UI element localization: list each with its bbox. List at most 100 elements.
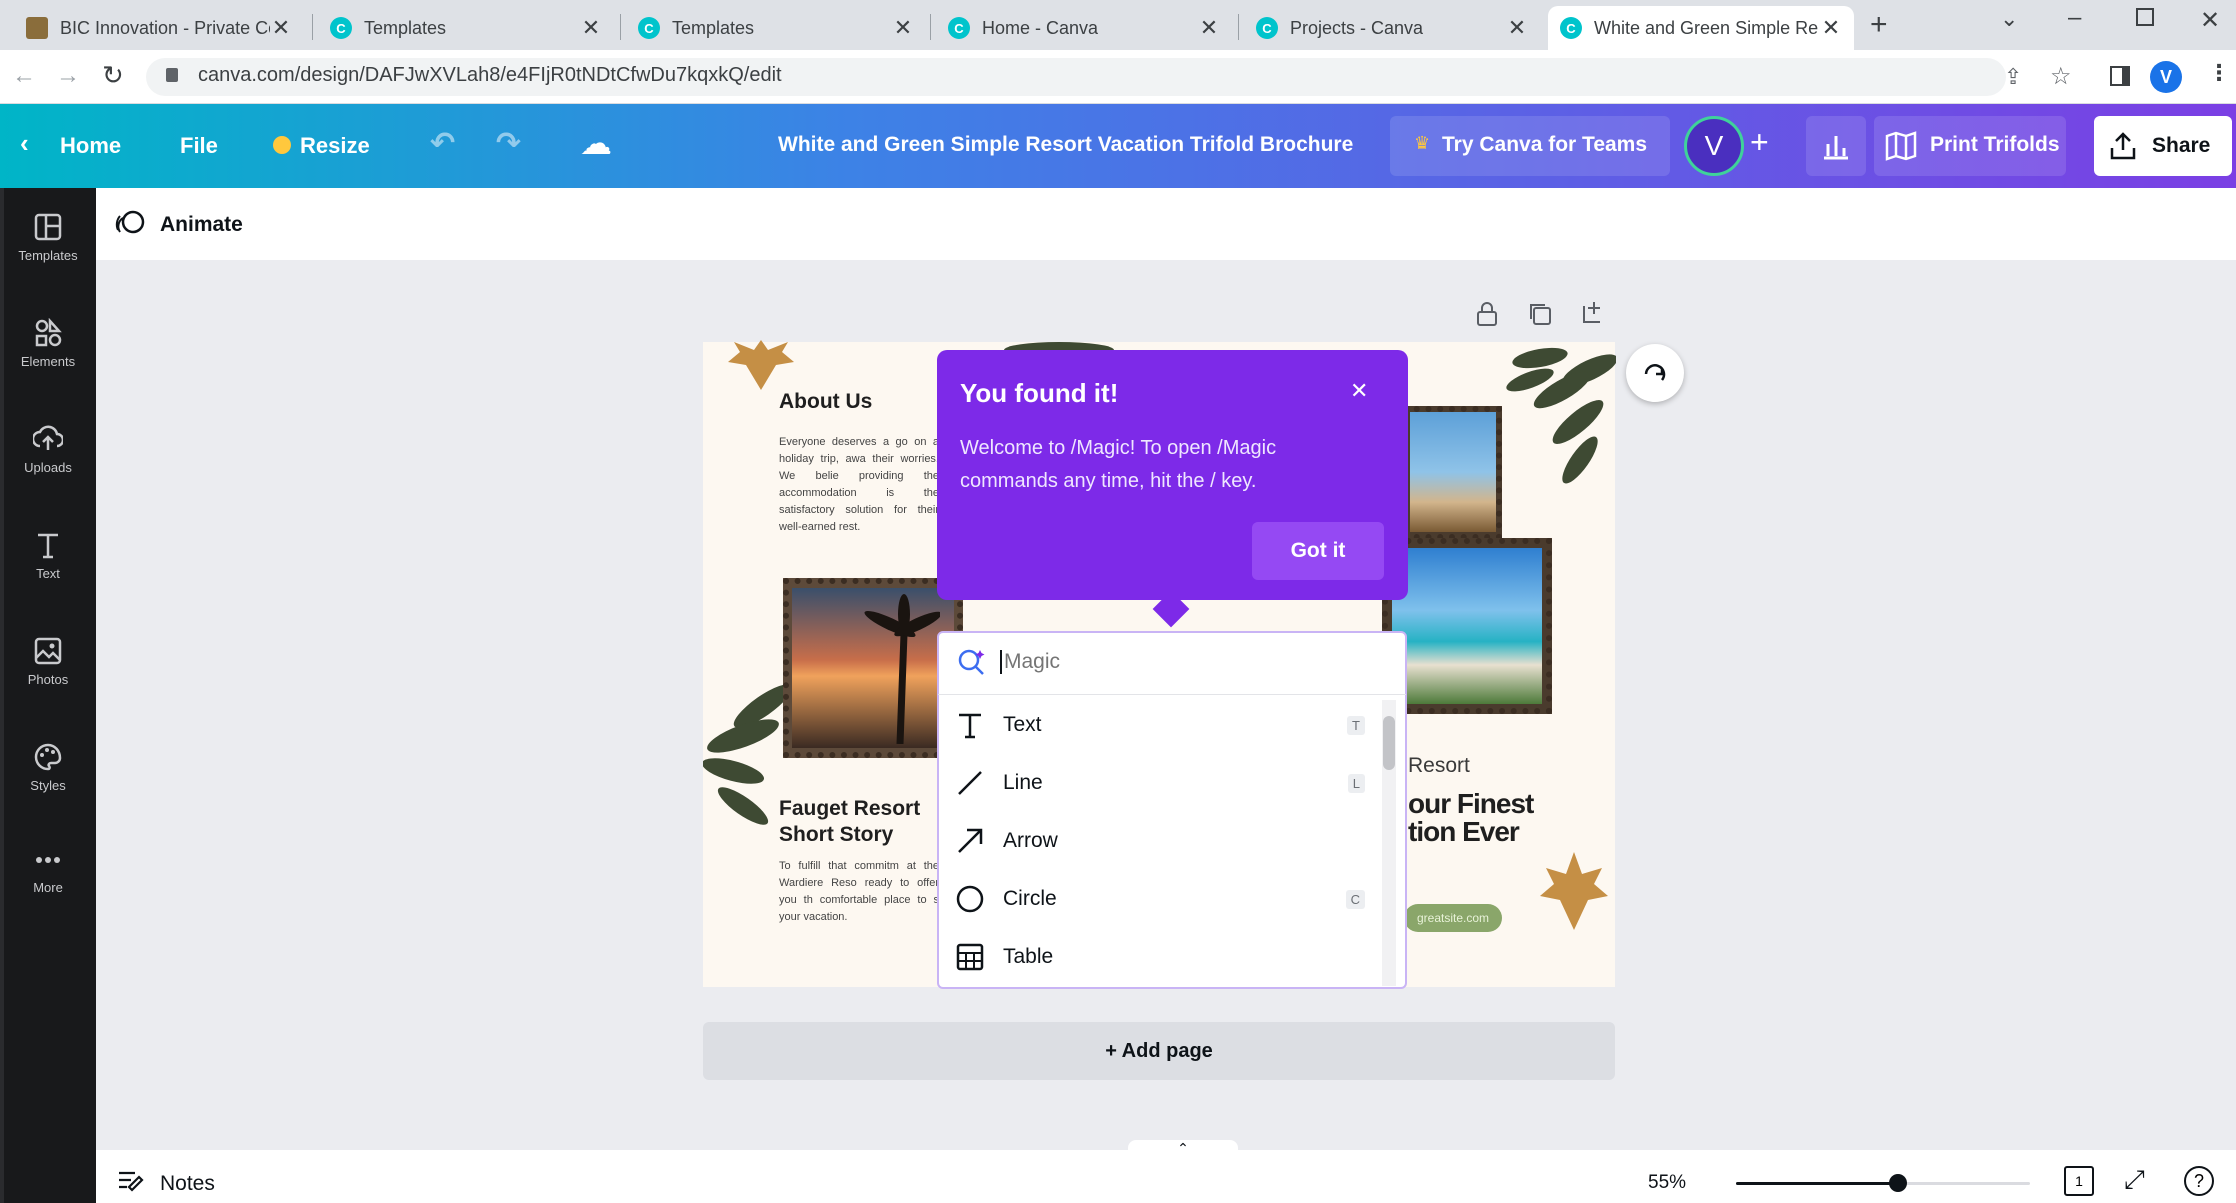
animate-icon[interactable] xyxy=(114,208,148,240)
zoom-slider-thumb[interactable] xyxy=(1889,1174,1907,1192)
shortcut-key: L xyxy=(1347,773,1365,793)
text-icon xyxy=(959,713,981,739)
finest-heading[interactable]: our Finest tion Ever xyxy=(1408,790,1568,846)
close-icon[interactable]: ✕ xyxy=(1820,15,1842,41)
insights-button[interactable] xyxy=(1806,116,1866,176)
fullscreen-icon[interactable]: ⤢ xyxy=(2124,1164,2145,1196)
bookmark-star-icon[interactable]: ☆ xyxy=(2050,62,2072,91)
document-title[interactable]: White and Green Simple Resort Vacation T… xyxy=(778,133,1353,157)
browser-tab[interactable]: BIC Innovation - Private Co ✕ xyxy=(14,6,304,50)
notes-button[interactable]: Notes xyxy=(160,1172,215,1196)
restore-icon[interactable] xyxy=(2136,8,2154,26)
table-icon xyxy=(956,943,984,971)
website-pill[interactable]: greatsite.com xyxy=(1404,904,1502,932)
browser-tab[interactable]: C Home - Canva ✕ xyxy=(936,6,1232,50)
context-toolbar xyxy=(96,188,2236,260)
scrollbar-thumb[interactable] xyxy=(1383,716,1395,770)
file-menu-button[interactable]: File xyxy=(180,133,218,159)
magic-item-text[interactable]: Text T xyxy=(955,700,1365,750)
close-icon[interactable]: ✕ xyxy=(270,15,292,41)
close-icon[interactable]: ✕ xyxy=(892,15,914,41)
close-icon[interactable]: ✕ xyxy=(580,15,602,41)
about-heading[interactable]: About Us xyxy=(779,390,872,414)
close-icon[interactable]: ✕ xyxy=(1506,15,1528,41)
magic-item-line[interactable]: Line L xyxy=(955,758,1365,808)
browser-tab-active[interactable]: C White and Green Simple Re ✕ xyxy=(1548,6,1854,50)
tab-title: Home - Canva xyxy=(982,17,1099,38)
crown-icon: ♛ xyxy=(1414,133,1431,153)
reload-icon[interactable]: ↻ xyxy=(102,60,124,91)
profile-avatar[interactable]: V xyxy=(2150,61,2182,93)
user-avatar[interactable]: V xyxy=(1684,116,1744,176)
lock-icon[interactable] xyxy=(1474,300,1500,328)
story-paragraph[interactable]: To fulfill that commitm at the Wardiere … xyxy=(779,858,939,926)
resize-button[interactable]: Resize xyxy=(300,133,370,159)
window-close-icon[interactable]: ✕ xyxy=(2200,6,2220,35)
rail-label: Elements xyxy=(20,354,76,369)
popup-title: You found it! xyxy=(960,378,1119,408)
print-trifolds-label: Print Trifolds xyxy=(1930,133,2060,156)
rotate-handle[interactable] xyxy=(1626,344,1684,402)
home-button[interactable]: Home xyxy=(60,133,121,159)
tab-search-icon[interactable]: ⌄ xyxy=(2000,6,2018,32)
palm-tree-silhouette xyxy=(864,594,940,744)
duplicate-page-icon[interactable] xyxy=(1526,300,1554,328)
lock-icon[interactable] xyxy=(166,68,178,82)
browser-tab[interactable]: C Templates ✕ xyxy=(626,6,926,50)
add-people-icon[interactable]: + xyxy=(1750,124,1769,161)
add-page-button[interactable]: + Add page xyxy=(703,1022,1615,1080)
rail-uploads[interactable]: Uploads xyxy=(0,424,96,475)
forward-icon[interactable]: → xyxy=(56,62,80,90)
story-heading[interactable]: Fauget Resort Short Story xyxy=(779,796,939,848)
browser-tab[interactable]: C Projects - Canva ✕ xyxy=(1244,6,1540,50)
tab-title: BIC Innovation - Private Co xyxy=(60,17,270,38)
side-panel-icon[interactable] xyxy=(2110,66,2130,86)
magic-item-circle[interactable]: Circle C xyxy=(955,874,1365,924)
about-paragraph[interactable]: Everyone deserves a go on a holiday trip… xyxy=(779,434,939,536)
rail-text[interactable]: Text xyxy=(0,530,96,581)
minimize-icon[interactable]: – xyxy=(2068,4,2081,32)
magic-item-table[interactable]: Table xyxy=(955,932,1365,982)
notes-icon[interactable] xyxy=(116,1168,146,1194)
shortcut-key: T xyxy=(1347,715,1365,735)
undo-icon[interactable]: ↶ xyxy=(430,126,455,161)
rail-templates[interactable]: Templates xyxy=(0,212,96,263)
zoom-level[interactable]: 55% xyxy=(1648,1172,1686,1194)
resort-label[interactable]: Resort xyxy=(1408,754,1470,778)
magic-item-arrow[interactable]: Arrow xyxy=(955,816,1365,866)
magic-search-input[interactable] xyxy=(1004,647,1384,677)
menu-item-label: Arrow xyxy=(1003,829,1058,852)
redo-icon[interactable]: ↷ xyxy=(496,126,521,161)
rail-photos[interactable]: Photos xyxy=(0,636,96,687)
help-icon[interactable]: ? xyxy=(2184,1166,2214,1196)
url-text[interactable]: canva.com/design/DAFJwXVLah8/e4FIjR0tNDt… xyxy=(198,64,782,87)
rail-more[interactable]: More xyxy=(0,850,96,895)
rail-styles[interactable]: Styles xyxy=(0,742,96,793)
close-icon[interactable]: ✕ xyxy=(1198,15,1220,41)
cloud-save-icon[interactable]: ☁ xyxy=(580,124,612,162)
close-icon[interactable]: ✕ xyxy=(1350,378,1368,404)
beach-photo[interactable] xyxy=(1392,548,1542,704)
chevron-left-icon[interactable]: ‹ xyxy=(20,128,29,159)
tab-title: Projects - Canva xyxy=(1290,17,1424,38)
rail-label: Text xyxy=(36,566,60,581)
text-icon xyxy=(38,533,58,559)
canva-icon: C xyxy=(1560,17,1582,39)
page-count-button[interactable]: 1 xyxy=(2064,1166,2094,1196)
crown-icon xyxy=(273,136,291,154)
share-page-icon[interactable]: ⇪ xyxy=(2004,64,2022,90)
canva-icon: C xyxy=(948,17,970,39)
tab-title: Templates xyxy=(364,17,447,38)
animate-button[interactable]: Animate xyxy=(160,213,243,237)
browser-menu-icon[interactable]: ⋮ xyxy=(2208,60,2230,86)
got-it-button[interactable]: Got it xyxy=(1252,522,1384,580)
rail-elements[interactable]: Elements xyxy=(0,318,96,369)
add-page-icon[interactable] xyxy=(1580,298,1608,326)
share-label: Share xyxy=(2152,134,2211,157)
palm-photo[interactable] xyxy=(1410,412,1496,532)
browser-tab[interactable]: C Templates ✕ xyxy=(318,6,614,50)
back-icon[interactable]: ← xyxy=(12,62,36,90)
new-tab-icon[interactable]: + xyxy=(1870,8,1888,42)
rail-label: Styles xyxy=(30,778,66,793)
menu-item-label: Text xyxy=(1003,713,1042,736)
